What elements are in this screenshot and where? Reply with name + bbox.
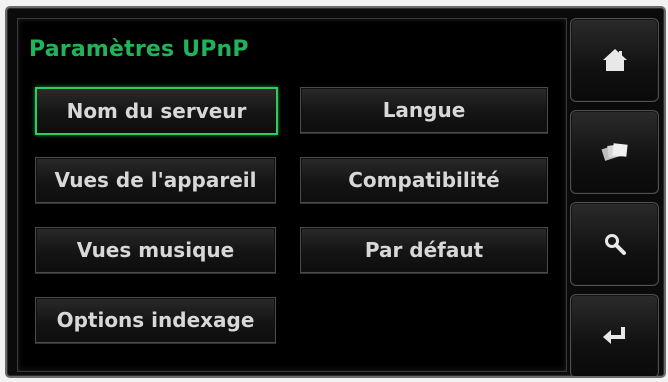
- server-name-button[interactable]: Nom du serveur: [35, 87, 278, 135]
- return-icon: [601, 325, 629, 347]
- home-icon: [602, 48, 628, 72]
- device-views-button[interactable]: Vues de l'appareil: [35, 157, 276, 203]
- language-button[interactable]: Langue: [300, 87, 548, 133]
- music-views-button[interactable]: Vues musique: [35, 227, 276, 273]
- compatibility-button[interactable]: Compatibilité: [300, 157, 548, 203]
- home-button[interactable]: [570, 18, 659, 102]
- settings-panel: Paramètres UPnP Nom du serveur Langue Vu…: [17, 18, 567, 372]
- device-frame: Paramètres UPnP Nom du serveur Langue Vu…: [5, 6, 666, 378]
- sidebar: [570, 18, 659, 376]
- indexing-options-button[interactable]: Options indexage: [35, 297, 276, 343]
- search-icon: [603, 232, 627, 256]
- page-title: Paramètres UPnP: [29, 37, 249, 62]
- search-button[interactable]: [570, 202, 659, 286]
- default-button[interactable]: Par défaut: [300, 227, 548, 273]
- cards-icon: [600, 141, 630, 163]
- cards-button[interactable]: [570, 110, 659, 194]
- back-button[interactable]: [570, 294, 659, 376]
